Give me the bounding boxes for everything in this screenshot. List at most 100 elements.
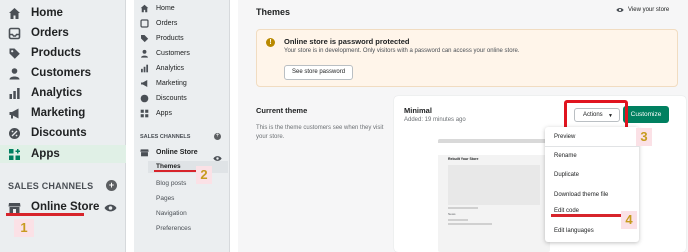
theme-name: Minimal: [404, 106, 432, 115]
view-store-link[interactable]: View your store: [616, 7, 669, 13]
warning-icon: !: [266, 38, 275, 47]
sidebar-item-online-store[interactable]: Online Store: [140, 145, 198, 159]
step-number-4: 4: [621, 211, 637, 229]
store-icon: [8, 201, 21, 214]
sidebar-small: Home Orders Products Customers Analytics…: [134, 0, 230, 252]
sidebar-item-label: Apps: [156, 109, 172, 117]
sidebar-item-label: Orders: [156, 19, 178, 27]
password-banner: ! Online store is password protected You…: [256, 29, 678, 87]
sidebar-item-label: Marketing: [156, 79, 187, 87]
sidebar-item-orders[interactable]: Orders: [140, 16, 177, 30]
tag-icon: [140, 34, 149, 43]
sidebar-item-products[interactable]: Products: [140, 31, 184, 45]
home-icon: [8, 7, 21, 20]
sidebar-item-customers[interactable]: Customers: [140, 46, 190, 60]
add-channel-icon[interactable]: +: [106, 180, 117, 191]
eye-icon[interactable]: [104, 200, 117, 218]
sidebar-large: Home Orders Products Customers Analytics…: [0, 0, 126, 252]
sidebar-item-analytics[interactable]: Analytics: [140, 61, 184, 75]
sidebar-item-label: Analytics: [156, 64, 185, 72]
banner-heading: Online store is password protected: [284, 37, 410, 46]
sidebar-item-label: Analytics: [31, 87, 83, 99]
person-icon: [8, 67, 21, 80]
annotation-box: [564, 100, 628, 130]
sidebar-subitem-themes[interactable]: Themes: [156, 163, 181, 170]
preview-header: [438, 143, 550, 155]
sidebar-subitem-blog-posts[interactable]: Blog posts: [156, 180, 186, 187]
preview-news: News: [448, 212, 456, 216]
banner-text: Your store is in development. Only visit…: [284, 48, 520, 54]
sidebar-item-label: Discounts: [156, 94, 187, 102]
apps-icon: [140, 109, 149, 118]
bar-chart-icon: [140, 64, 149, 73]
current-theme-heading: Current theme: [256, 106, 308, 115]
sidebar-item-analytics[interactable]: Analytics: [8, 83, 82, 103]
current-theme-description: This is the theme customers see when the…: [256, 125, 384, 140]
preview-line: [448, 223, 492, 225]
menu-item-duplicate[interactable]: Duplicate: [554, 172, 579, 178]
sidebar-subitem-pages[interactable]: Pages: [156, 195, 174, 202]
menu-item-rename[interactable]: Rename: [554, 153, 577, 159]
sidebar-item-orders[interactable]: Orders: [8, 23, 69, 43]
sidebar-item-label: Products: [31, 47, 81, 59]
eye-icon: [616, 7, 624, 13]
theme-saved-time: Added: 19 minutes ago: [404, 117, 466, 123]
sidebar-item-label: Products: [156, 34, 184, 42]
person-icon: [140, 49, 149, 58]
menu-item-download-theme-file[interactable]: Download theme file: [554, 192, 608, 198]
sidebar-subitem-preferences[interactable]: Preferences: [156, 225, 191, 232]
sidebar-item-apps[interactable]: Apps: [8, 144, 60, 164]
sidebar-item-label: Customers: [156, 49, 190, 57]
store-icon: [140, 148, 149, 157]
apps-icon: [8, 148, 21, 161]
page-title: Themes: [256, 7, 291, 17]
step-number-2: 2: [196, 166, 212, 184]
sidebar-item-discounts[interactable]: Discounts: [140, 91, 187, 105]
megaphone-icon: [8, 107, 21, 120]
sidebar-item-label: Home: [156, 4, 175, 12]
theme-card: Minimal Added: 19 minutes ago Actions ▼ …: [394, 96, 686, 252]
sidebar-item-label: Orders: [31, 27, 69, 39]
megaphone-icon: [140, 79, 149, 88]
sidebar-subitem-navigation[interactable]: Navigation: [156, 210, 187, 217]
bar-chart-icon: [8, 87, 21, 100]
sales-channels-heading: SALES CHANNELS: [140, 134, 191, 140]
annotation-underline: [154, 170, 198, 172]
preview-hero: [448, 165, 540, 205]
theme-preview-image: Rebuilt Your Store News: [438, 139, 550, 252]
menu-item-edit-languages[interactable]: Edit languages: [554, 228, 594, 234]
sidebar-item-marketing[interactable]: Marketing: [8, 103, 85, 123]
sidebar-item-label: Online Store: [31, 201, 100, 213]
sidebar-item-label: Online Store: [156, 148, 198, 156]
sidebar-item-home[interactable]: Home: [140, 1, 175, 15]
step-number-1: 1: [14, 219, 34, 237]
home-icon: [140, 4, 149, 13]
discount-icon: [8, 127, 21, 140]
discount-icon: [140, 94, 149, 103]
annotation-underline: [6, 213, 84, 216]
sidebar-item-label: Apps: [31, 148, 60, 160]
add-channel-icon[interactable]: +: [214, 133, 221, 140]
sidebar-item-label: Discounts: [31, 127, 87, 139]
see-store-password-button[interactable]: See store password: [284, 65, 354, 80]
sidebar-item-home[interactable]: Home: [8, 3, 63, 23]
menu-divider: [545, 146, 639, 147]
menu-item-preview[interactable]: Preview: [554, 134, 575, 140]
customize-button[interactable]: Customize: [623, 106, 669, 123]
preview-line: [448, 207, 478, 209]
orders-icon: [8, 27, 21, 40]
sidebar-item-label: Customers: [31, 67, 92, 79]
tag-icon: [8, 47, 21, 60]
sidebar-item-customers[interactable]: Customers: [8, 63, 91, 83]
sidebar-item-label: Home: [31, 7, 63, 19]
sidebar-item-marketing[interactable]: Marketing: [140, 76, 187, 90]
sales-channels-heading: SALES CHANNELS: [8, 181, 94, 191]
sidebar-item-discounts[interactable]: Discounts: [8, 123, 87, 143]
sidebar-item-apps[interactable]: Apps: [140, 106, 172, 120]
preview-line: [448, 219, 468, 221]
preview-heading: Rebuilt Your Store: [448, 157, 479, 161]
sidebar-item-label: Marketing: [31, 107, 86, 119]
sidebar-item-products[interactable]: Products: [8, 43, 81, 63]
view-store-label: View your store: [628, 7, 670, 13]
step-number-3: 3: [636, 128, 652, 146]
